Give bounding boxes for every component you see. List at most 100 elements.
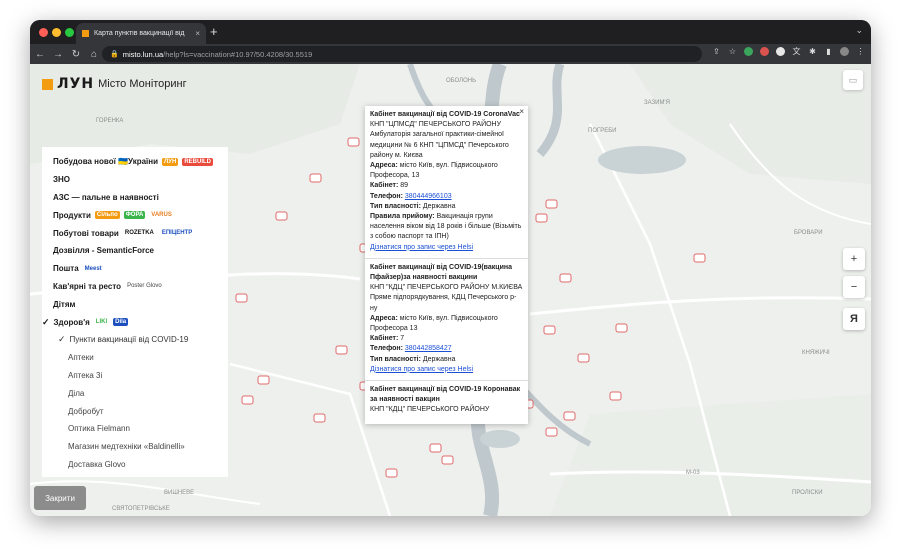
menu-item-health[interactable]: ✓ Здоров'я LIKI Dila [42,313,228,331]
menu-item-post[interactable]: Пошта Meest [42,260,228,278]
browser-window: Карта пунктів вакцинації від × + ⌄ ← → ↻… [30,20,871,516]
menu-subitem-dobrobut[interactable]: Добробут [42,402,228,420]
extension-green-icon[interactable] [744,47,753,56]
check-icon: ✓ [42,316,50,327]
menu-item-groceries[interactable]: Продукти Сільпо ФОРА VARUS [42,206,228,224]
menu-item-label: Пошта [53,264,79,274]
locate-me-button[interactable]: Я [843,308,865,330]
card-title: Кабінет вакцинації від COVID-19 Коронава… [370,386,521,404]
card-cabinet: 7 [400,335,405,343]
home-icon[interactable]: ⌂ [86,49,102,60]
menu-item-leisure[interactable]: Дозвілля - SemanticForce [42,242,228,260]
tab-active[interactable]: Карта пунктів вакцинації від × [76,23,206,44]
menu-item-label: Дозвілля - SemanticForce [53,246,154,256]
menu-subitem-label: Пункти вакцинації від COVID-19 [69,335,189,345]
maximize-window-icon[interactable] [65,28,74,37]
puzzle-icon[interactable]: ✱ [808,47,817,56]
bookmark-star-icon[interactable]: ☆ [728,47,737,56]
field-label: Кабінет: [370,182,399,190]
map-label-kniazhychi: КНЯЖИЧІ [802,350,830,356]
tab-bar: Карта пунктів вакцинації від × + ⌄ [30,20,871,44]
menu-subitem-glovo[interactable]: Доставка Glovo [42,456,228,474]
menu-item-rebuild[interactable]: Побудова нової 🇺🇦України ЛУН REBUILD [42,153,228,171]
card-body: КНП "КДЦ" ПЕЧЕРСЬКОГО РАЙОНУ [370,406,490,414]
varus-chip: VARUS [149,211,174,220]
epicenter-chip: ЕПІЦЕНТР [159,229,195,238]
close-menu-button[interactable]: Закрити [34,486,86,510]
forward-icon[interactable]: → [50,49,66,60]
popup-close-icon[interactable]: × [519,107,524,116]
menu-subitem-baldinelli[interactable]: Магазин медтехніки «Baldinelli» [42,438,228,456]
lun-logo-icon [42,78,53,90]
new-tab-button[interactable]: + [210,24,218,39]
menu-subitem-vaccination[interactable]: ✓ Пункти вакцинації від COVID-19 [42,331,228,349]
vaccination-popup: × Кабінет вакцинації від COVID-19 Corona… [365,106,528,424]
share-icon[interactable]: ⇪ [712,47,721,56]
card-phone-link[interactable]: 380442858427 [405,345,452,352]
brand-logo[interactable]: ЛУН Місто Моніторинг [42,76,187,92]
field-label: Тип власності: [370,355,421,363]
profile-avatar-icon[interactable] [840,47,849,56]
poster-glovo-chip: Poster Glovo [125,282,164,291]
menu-subitem-label: Аптека 3і [68,370,103,380]
lun-chip: ЛУН [162,157,179,166]
menu-item-household[interactable]: Побутові товари ROZETKA ЕПІЦЕНТР [42,224,228,242]
extension-globe-icon[interactable] [776,47,785,56]
map-label-m03: М-03 [686,470,700,476]
menu-item-zno[interactable]: ЗНО [42,171,228,189]
page-viewport: ГОРЕНКА ОБОЛОНЬ ЗАЗИМ'Я ПОГРЕБИ БРОВАРИ … [30,64,871,516]
meest-chip: Meest [82,264,104,273]
extension-red-icon[interactable] [760,47,769,56]
menu-subitem-pharmacies[interactable]: Аптеки [42,349,228,367]
card-body: КНП "КДЦ" ПЕЧЕРСЬКОГО РАЙОНУ М.КИЄВА Пря… [370,284,523,312]
menu-subitem-label: Аптеки [68,353,94,363]
minimize-window-icon[interactable] [52,28,61,37]
back-icon[interactable]: ← [32,49,48,60]
helsi-link[interactable]: Дізнатися про запис через Helsi [370,244,473,251]
menu-subitem-label: Доставка Glovo [68,459,126,469]
card-cabinet: 89 [400,182,409,190]
tab-title: Карта пунктів вакцинації від [94,30,185,37]
fora-chip: ФОРА [123,211,146,220]
menu-subitem-label: Оптика Fielmann [68,424,130,434]
menu-item-label: ЗНО [53,175,71,185]
rozetka-chip: ROZETKA [122,229,156,238]
check-icon: ✓ [58,334,66,345]
sidebar-icon[interactable]: ▮ [824,47,833,56]
tab-close-icon[interactable]: × [195,29,200,38]
map-label-proliski: ПРОЛІСКИ [792,490,823,496]
reload-icon[interactable]: ↻ [68,49,84,60]
field-label: Тип власності: [370,202,421,210]
vaccination-card: Кабінет вакцинації від COVID-19 Коронава… [365,381,528,421]
menu-subitem-fielmann[interactable]: Оптика Fielmann [42,420,228,438]
card-ownership: Державна [422,202,456,210]
rebuild-chip: REBUILD [182,157,213,166]
map-label-vyshneve: ВИШНЕВЕ [164,490,194,496]
menu-item-kids[interactable]: Дітям [42,295,228,313]
map-label-sviatopetrivske: СВЯТОПЕТРІВСЬКЕ [112,506,170,512]
menu-item-cafes[interactable]: Кав'ярні та ресто Poster Glovo [42,278,228,296]
vaccination-card: Кабінет вакцинації від COVID-19 CoronaVa… [365,106,528,259]
card-phone-link[interactable]: 380444966103 [405,193,452,200]
menu-item-label: Здоров'я [53,317,90,327]
vaccination-card: Кабінет вакцинації від COVID-19(вакцина … [365,259,528,382]
close-window-icon[interactable] [39,28,48,37]
menu-subitem-label: Діла [68,388,85,398]
card-title: Кабінет вакцинації від COVID-19(вакцина … [370,263,513,282]
url-path: /help?ls=vaccination#10.97/50.4208/30.55… [163,49,313,59]
map-label-brovary: БРОВАРИ [794,230,823,236]
zoom-out-button[interactable]: − [843,276,865,298]
address-bar[interactable]: 🔒 misto.lun.ua/help?ls=vaccination#10.97… [102,46,702,62]
chat-icon[interactable]: ▭ [843,70,863,90]
menu-subitem-label: Добробут [68,406,104,416]
field-label: Адреса: [370,314,398,322]
menu-subitem-pharmacy-3i[interactable]: Аптека 3і [42,367,228,385]
translate-icon[interactable]: 文 [792,47,801,56]
helsi-link[interactable]: Дізнатися про запис через Helsi [370,366,473,373]
menu-subitem-dila[interactable]: Діла [42,384,228,402]
more-menu-icon[interactable]: ⋮ [856,47,865,56]
browser-toolbar: ← → ↻ ⌂ 🔒 misto.lun.ua/help?ls=vaccinati… [30,44,871,64]
zoom-in-button[interactable]: + [843,248,865,270]
chevron-down-icon[interactable]: ⌄ [855,25,863,36]
menu-item-fuel[interactable]: АЗС — пальне в наявності [42,189,228,207]
